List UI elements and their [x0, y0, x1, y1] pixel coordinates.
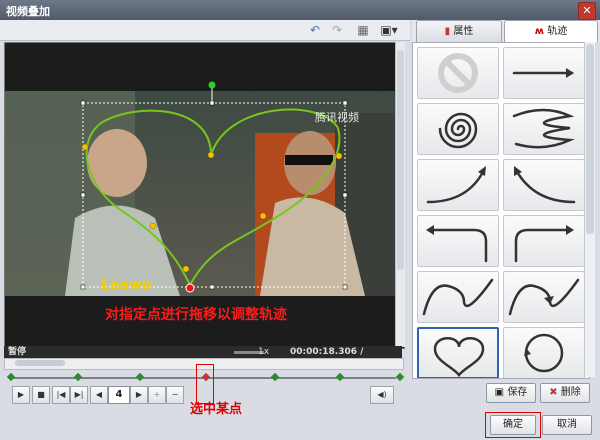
preview-scrollbar[interactable] — [395, 42, 405, 347]
aspect-menu-icon[interactable]: ▣▾ — [376, 22, 402, 38]
ok-button[interactable]: 确定 — [490, 415, 536, 435]
scroll-thumb[interactable] — [397, 50, 404, 270]
shape-corner-up[interactable] — [503, 215, 585, 267]
s-curve-icon — [422, 278, 494, 316]
corner-left-icon — [426, 225, 488, 263]
shape-circle[interactable] — [503, 327, 585, 378]
path-icon: ʍ — [534, 26, 545, 37]
heart-icon — [433, 337, 485, 378]
shape-scrollbar[interactable] — [584, 42, 595, 377]
video-watermark: 腾讯视频 — [315, 110, 359, 124]
keyframe[interactable] — [73, 372, 83, 382]
delete-button[interactable]: ✖ 删除 — [540, 383, 590, 403]
keyframe[interactable] — [395, 372, 405, 382]
stop-button[interactable]: ■ — [32, 386, 50, 404]
window-title: 视频叠加 — [6, 5, 50, 18]
remove-keyframe-button[interactable]: − — [166, 386, 184, 404]
person-left — [87, 129, 147, 197]
shape-corner-left[interactable] — [417, 215, 499, 267]
save-icon: ▣ — [494, 387, 505, 398]
forbidden-icon — [438, 53, 478, 93]
shape-s-curve[interactable] — [417, 271, 499, 323]
shape-curve-up-right[interactable] — [417, 159, 499, 211]
frame-counter[interactable]: 4 — [108, 386, 130, 404]
speed-label: 1x — [258, 347, 270, 357]
next-frame-button[interactable]: ▶ — [130, 386, 148, 404]
shape-forbidden[interactable] — [417, 47, 499, 99]
tab-properties[interactable]: ▮ 属性 — [416, 20, 502, 42]
scroll-thumb[interactable] — [15, 360, 65, 366]
keyframe[interactable] — [6, 372, 16, 382]
undo-icon[interactable]: ↶ — [306, 22, 324, 38]
selected-point[interactable] — [185, 283, 195, 293]
video-preview[interactable]: 腾讯视频 Leawo 对指定点进行拖移以调整轨迹 — [4, 42, 405, 349]
curve-up-right-icon — [426, 166, 486, 204]
redo-icon[interactable]: ↷ — [328, 22, 346, 38]
preview-canvas: 腾讯视频 Leawo 对指定点进行拖移以调整轨迹 — [5, 81, 404, 323]
rotate-handle[interactable] — [208, 81, 216, 89]
close-button[interactable]: ✕ — [578, 2, 596, 20]
path-shape-grid — [412, 42, 590, 379]
keyframe[interactable] — [135, 372, 145, 382]
delete-icon: ✖ — [549, 387, 558, 398]
prev-frame-button[interactable]: ◀ — [90, 386, 108, 404]
play-state: 暂停 — [8, 347, 27, 357]
skip-start-button[interactable]: |◀ — [52, 386, 70, 404]
shape-heart[interactable] — [417, 327, 499, 378]
shape-line[interactable] — [503, 47, 585, 99]
properties-icon: ▮ — [444, 26, 451, 37]
shape-s-curve-arrow[interactable] — [503, 271, 585, 323]
title-bar: 视频叠加 ✕ — [0, 0, 600, 20]
tab-path[interactable]: ʍ 轨迹 — [504, 20, 598, 42]
panel-tabs: ▮ 属性 ʍ 轨迹 — [412, 20, 600, 42]
keyframe[interactable] — [270, 372, 280, 382]
play-button[interactable]: ▶ — [12, 386, 30, 404]
annotation-label: 选中某点 — [190, 402, 243, 417]
line-icon — [512, 68, 574, 78]
curve-up-left-icon — [514, 166, 576, 204]
close-icon: ✕ — [582, 4, 592, 17]
preview-toolbar: ↶ ↷ ▦ ▣▾ — [0, 20, 410, 41]
playback-status: 暂停 1x 00:00:18.306 / 00:00:36.687 — [4, 346, 402, 369]
cancel-button[interactable]: 取消 — [542, 415, 592, 435]
scroll-thumb[interactable] — [586, 44, 594, 234]
leawo-logo: Leawo — [101, 277, 152, 293]
s-curve-arrow-icon — [508, 278, 580, 316]
overlay-caption: 对指定点进行拖移以调整轨迹 — [105, 306, 287, 323]
shape-curve-up-left[interactable] — [503, 159, 585, 211]
circle-icon — [524, 333, 564, 373]
add-keyframe-button[interactable]: + — [148, 386, 166, 404]
keyframe[interactable] — [335, 372, 345, 382]
corner-up-icon — [514, 225, 574, 263]
shape-coil[interactable] — [503, 103, 585, 155]
spiral-icon — [438, 112, 478, 149]
grid-icon[interactable]: ▦ — [354, 22, 372, 38]
volume-button[interactable]: ◀) — [370, 386, 394, 404]
skip-end-button[interactable]: ▶| — [70, 386, 88, 404]
coil-icon — [512, 108, 575, 149]
save-button[interactable]: ▣ 保存 — [486, 383, 536, 403]
shape-spiral[interactable] — [417, 103, 499, 155]
